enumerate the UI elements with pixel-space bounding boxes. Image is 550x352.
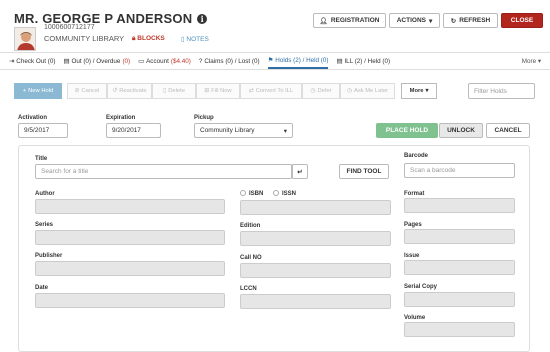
reactivate-icon: ↺	[112, 88, 118, 94]
actions-button[interactable]: ACTIONS ▾	[389, 13, 440, 28]
patron-name: MR. GEORGE P ANDERSON i	[14, 11, 208, 26]
question-icon: ?	[198, 57, 203, 65]
callno-field	[240, 263, 391, 278]
barcode-label: Barcode	[404, 153, 429, 159]
publisher-field	[35, 261, 225, 276]
tab-bar: ⇥ Check Out (0) ▤ Out (0) / Overdue (0) ▭ A…	[0, 52, 550, 70]
fill-icon: ⊞	[204, 88, 210, 94]
find-tool-button[interactable]: FIND TOOL	[339, 164, 389, 179]
pickup-label: Pickup	[194, 115, 214, 121]
defer-button[interactable]: ◷ Defer	[302, 83, 340, 99]
issue-field	[404, 260, 515, 275]
serial-copy-label: Serial Copy	[404, 284, 438, 290]
cancel-button[interactable]: CANCEL	[486, 123, 530, 138]
expiration-date-input[interactable]: 9/20/2017	[106, 123, 161, 138]
issn-radio[interactable]: ISSN	[273, 190, 296, 197]
edition-field	[240, 231, 391, 246]
author-label: Author	[35, 191, 55, 197]
books-icon: ▤	[63, 57, 70, 65]
pages-field	[404, 229, 515, 244]
clock-icon: ◷	[346, 88, 352, 94]
serial-copy-field	[404, 292, 515, 307]
callno-label: Call NO	[240, 255, 262, 261]
series-field	[35, 230, 225, 245]
close-button[interactable]: CLOSE	[501, 13, 543, 28]
isbn-radio[interactable]: ISBN	[240, 190, 263, 197]
series-label: Series	[35, 222, 54, 228]
reactivate-button[interactable]: ↺ Reactivate	[107, 83, 152, 99]
more-dropdown-button[interactable]: More ▾	[401, 83, 437, 99]
registration-button[interactable]: 👤︎ REGISTRATION	[313, 13, 386, 28]
publisher-label: Publisher	[35, 253, 63, 259]
notes-link[interactable]: ▯ NOTES	[181, 35, 209, 43]
isbn-field	[240, 200, 391, 215]
author-field	[35, 199, 225, 214]
flag-icon: ⚑	[267, 56, 274, 64]
account-icon: ▭	[138, 57, 145, 65]
note-icon: ▯	[181, 36, 185, 43]
caret-down-icon: ▾	[425, 88, 429, 94]
enter-icon[interactable]: ↵	[292, 164, 308, 179]
refresh-button[interactable]: ↻ REFRESH	[443, 13, 498, 28]
activation-date-input[interactable]: 9/5/2017	[18, 123, 68, 138]
date-field	[35, 293, 225, 308]
tab-claims-lost[interactable]: ? Claims (0) / Lost (0)	[199, 53, 260, 69]
title-search-input[interactable]: Search for a title	[35, 164, 292, 179]
checkout-icon: ⇥	[9, 57, 15, 65]
barcode-input[interactable]: Scan a barcode	[404, 163, 515, 178]
new-hold-button[interactable]: + New Hold	[14, 83, 62, 99]
tab-out-overdue[interactable]: ▤ Out (0) / Overdue (0)	[63, 53, 130, 69]
volume-field	[404, 322, 515, 337]
avatar	[14, 27, 36, 51]
place-hold-button[interactable]: PLACE HOLD	[376, 123, 438, 138]
format-label: Format	[404, 191, 425, 197]
more-tab-dropdown[interactable]: More ▾	[522, 58, 541, 65]
filter-holds-input[interactable]: Filter Holds	[468, 83, 535, 99]
caret-down-icon: ▾	[428, 17, 433, 25]
fill-now-button[interactable]: ⊞ Fill Now	[196, 83, 240, 99]
pages-label: Pages	[404, 222, 422, 228]
format-field	[404, 198, 515, 213]
trash-icon: ▯	[163, 88, 167, 94]
plus-icon: +	[22, 88, 27, 94]
expiration-label: Expiration	[106, 115, 136, 121]
cancel-icon: ⊘	[74, 88, 80, 94]
tab-account[interactable]: ▭ Account ($4.40)	[138, 53, 191, 69]
ask-later-button[interactable]: ◷ Ask Me Later	[340, 83, 395, 99]
tab-ill[interactable]: ▤ ILL (2) / Held (0)	[336, 53, 390, 69]
lock-icon: 🔒︎	[132, 35, 136, 42]
refresh-icon: ↻	[450, 17, 457, 25]
title-label: Title	[35, 156, 48, 162]
tab-holds[interactable]: ⚑ Holds (2) / Held (0)	[267, 53, 329, 69]
edition-label: Edition	[240, 223, 261, 229]
convert-to-ill-button[interactable]: ⇄ Convert To ILL	[240, 83, 302, 99]
blocks-link[interactable]: 🔒︎ BLOCKS	[132, 35, 165, 43]
radio-icon	[273, 190, 279, 196]
defer-icon: ◷	[310, 88, 316, 94]
pickup-select[interactable]: Community Library ▾	[194, 123, 293, 138]
caret-down-icon: ▾	[283, 127, 287, 135]
activation-label: Activation	[18, 115, 48, 121]
delete-button[interactable]: ▯ Delete	[152, 83, 196, 99]
cancel-hold-button[interactable]: ⊘ Cancel	[67, 83, 107, 99]
volume-label: Volume	[404, 315, 426, 321]
ill-icon: ▤	[336, 57, 343, 65]
radio-icon	[240, 190, 246, 196]
date-label: Date	[35, 285, 49, 291]
tab-check-out[interactable]: ⇥ Check Out (0)	[9, 53, 55, 69]
unlock-button[interactable]: UNLOCK	[439, 123, 483, 138]
patron-library: COMMUNITY LIBRARY	[44, 34, 125, 43]
lccn-field	[240, 294, 391, 309]
user-icon: 👤︎	[319, 17, 328, 25]
patron-barcode: 1000600712177	[44, 24, 95, 31]
info-icon[interactable]: i	[197, 14, 208, 24]
convert-icon: ⇄	[248, 88, 254, 94]
lccn-label: LCCN	[240, 286, 257, 292]
issue-label: Issue	[404, 253, 420, 259]
